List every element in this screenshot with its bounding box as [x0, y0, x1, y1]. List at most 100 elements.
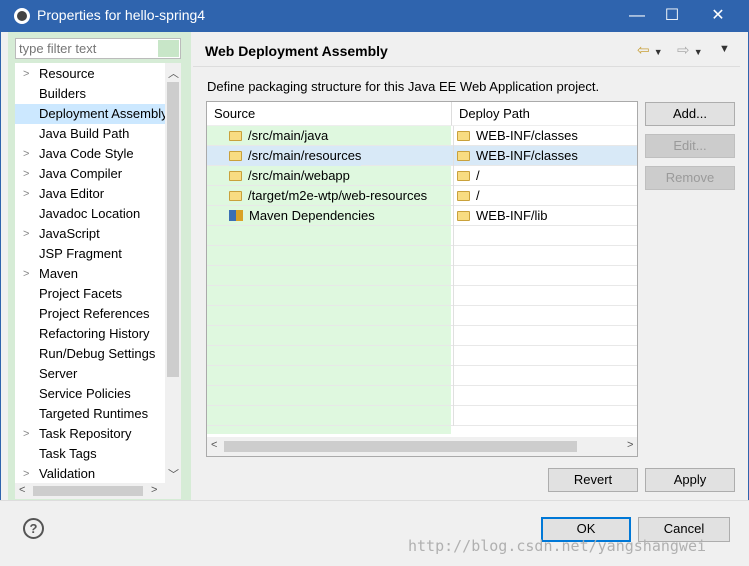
expand-chevron-icon[interactable]: > — [23, 144, 29, 164]
page-description: Define packaging structure for this Java… — [207, 79, 600, 94]
assembly-table: Source ^ Deploy Path /src/main/java WEB-I… — [206, 101, 638, 457]
sidebar-item[interactable]: > JavaScript — [15, 224, 165, 244]
source-cell: /src/main/java — [248, 128, 329, 143]
expand-chevron-icon[interactable]: > — [23, 464, 29, 483]
expand-chevron-icon[interactable]: > — [23, 184, 29, 204]
sidebar-item[interactable]: Project Facets — [15, 284, 165, 304]
view-menu-icon[interactable]: ▼ — [719, 43, 730, 55]
expand-chevron-icon[interactable]: > — [23, 64, 29, 84]
window-title: Properties for hello-spring4 — [37, 7, 206, 23]
back-arrow-icon[interactable]: ⇦ ▼ — [637, 41, 663, 59]
forward-arrow-icon[interactable]: ⇨ ▼ — [677, 41, 703, 59]
revert-button[interactable]: Revert — [548, 468, 638, 492]
empty-row — [207, 366, 637, 386]
apply-button[interactable]: Apply — [645, 468, 735, 492]
sidebar-item-label: JSP Fragment — [39, 246, 122, 261]
folder-icon — [229, 151, 242, 161]
folder-icon — [229, 131, 242, 141]
empty-row — [207, 346, 637, 366]
empty-row — [207, 326, 637, 346]
sidebar-item[interactable]: > Java Editor — [15, 184, 165, 204]
sidebar-item[interactable]: Refactoring History — [15, 324, 165, 344]
maximize-button[interactable]: ☐ — [657, 5, 687, 27]
eclipse-gear-icon — [14, 8, 30, 24]
source-cell: /target/m2e-wtp/web-resources — [248, 188, 428, 203]
column-header-deploy-path[interactable]: Deploy Path — [452, 102, 637, 126]
sidebar-item-label: Java Code Style — [39, 146, 134, 161]
expand-chevron-icon[interactable]: > — [23, 424, 29, 444]
table-scroll-thumb[interactable] — [224, 441, 577, 452]
watermark: http://blog.csdn.net/yangshangwei — [408, 537, 707, 555]
table-row[interactable]: /src/main/webapp / — [207, 166, 637, 186]
sidebar-item-label: Run/Debug Settings — [39, 346, 156, 361]
deploy-path-cell: WEB-INF/classes — [476, 128, 578, 143]
tree-scroll-thumb[interactable] — [167, 82, 179, 377]
sidebar-item[interactable]: Deployment Assembly — [15, 104, 165, 124]
table-row[interactable]: /src/main/resources WEB-INF/classes — [207, 146, 637, 166]
sidebar-item[interactable]: Java Build Path — [15, 124, 165, 144]
sidebar-item[interactable]: > Maven — [15, 264, 165, 284]
source-cell: /src/main/resources — [248, 148, 362, 163]
table-row[interactable]: /target/m2e-wtp/web-resources / — [207, 186, 637, 206]
minimize-button[interactable]: — — [622, 5, 652, 27]
sidebar-item[interactable]: Task Tags — [15, 444, 165, 464]
folder-icon — [457, 131, 470, 141]
sidebar-item[interactable]: Run/Debug Settings — [15, 344, 165, 364]
library-icon — [229, 210, 243, 221]
sidebar-item-label: Project Facets — [39, 286, 123, 301]
sidebar-item[interactable]: > Java Code Style — [15, 144, 165, 164]
page-title: Web Deployment Assembly — [205, 43, 388, 59]
deploy-path-cell: / — [476, 188, 480, 203]
close-button[interactable]: ✕ — [703, 5, 733, 27]
empty-row — [207, 406, 637, 426]
remove-button[interactable]: Remove — [645, 166, 735, 190]
folder-icon — [457, 191, 470, 201]
add-button[interactable]: Add... — [645, 102, 735, 126]
sidebar-item-label: Maven — [39, 266, 79, 281]
sidebar-item-label: Server — [39, 366, 78, 381]
sidebar-item[interactable]: > Resource — [15, 64, 165, 84]
sidebar-item-label: Java Build Path — [39, 126, 130, 141]
empty-row — [207, 306, 637, 326]
sidebar-item[interactable]: JSP Fragment — [15, 244, 165, 264]
sidebar-item-label: Service Policies — [39, 386, 131, 401]
sidebar-item-label: Java Compiler — [39, 166, 123, 181]
sidebar-item[interactable]: Service Policies — [15, 384, 165, 404]
edit-button[interactable]: Edit... — [645, 134, 735, 158]
sidebar-item[interactable]: Javadoc Location — [15, 204, 165, 224]
empty-row — [207, 286, 637, 306]
sidebar-item[interactable]: Project References — [15, 304, 165, 324]
expand-chevron-icon[interactable]: > — [23, 264, 29, 284]
empty-row — [207, 226, 637, 246]
property-tree: > Resource Builders Deployment Assembly Java… — [15, 63, 181, 483]
help-icon[interactable]: ? — [23, 518, 44, 539]
sidebar-item[interactable]: > Validation — [15, 464, 165, 483]
sidebar-item-label: Java Editor — [39, 186, 105, 201]
sidebar-item-label: Refactoring History — [39, 326, 150, 341]
table-row[interactable]: Maven Dependencies WEB-INF/lib — [207, 206, 637, 226]
sidebar-item[interactable]: Builders — [15, 84, 165, 104]
title-bar: Properties for hello-spring4 — ☐ ✕ — [0, 0, 749, 32]
expand-chevron-icon[interactable]: > — [23, 164, 29, 184]
folder-icon — [457, 211, 470, 221]
folder-icon — [457, 171, 470, 181]
clear-filter-button[interactable] — [158, 40, 179, 57]
empty-row — [207, 246, 637, 266]
sidebar-item[interactable]: Server — [15, 364, 165, 384]
sidebar-item[interactable]: > Task Repository — [15, 424, 165, 444]
sidebar-item-label: Project References — [39, 306, 150, 321]
tree-hscroll-thumb[interactable] — [33, 486, 143, 496]
expand-chevron-icon[interactable]: > — [23, 224, 29, 244]
sidebar-item[interactable]: > Java Compiler — [15, 164, 165, 184]
sidebar-item[interactable]: Targeted Runtimes — [15, 404, 165, 424]
filter-input[interactable] — [15, 38, 181, 59]
sidebar-item-label: Task Repository — [39, 426, 132, 441]
sort-indicator-icon: ^ — [325, 101, 330, 108]
button-bar — [0, 500, 749, 566]
sidebar-item-label: Javadoc Location — [39, 206, 141, 221]
table-row[interactable]: /src/main/java WEB-INF/classes — [207, 126, 637, 146]
empty-row — [207, 266, 637, 286]
sidebar-item-label: Task Tags — [39, 446, 97, 461]
page-header: Web Deployment Assembly ⇦ ▼ ⇨ ▼ ▼ — [193, 35, 740, 67]
sidebar-item-label: JavaScript — [39, 226, 100, 241]
